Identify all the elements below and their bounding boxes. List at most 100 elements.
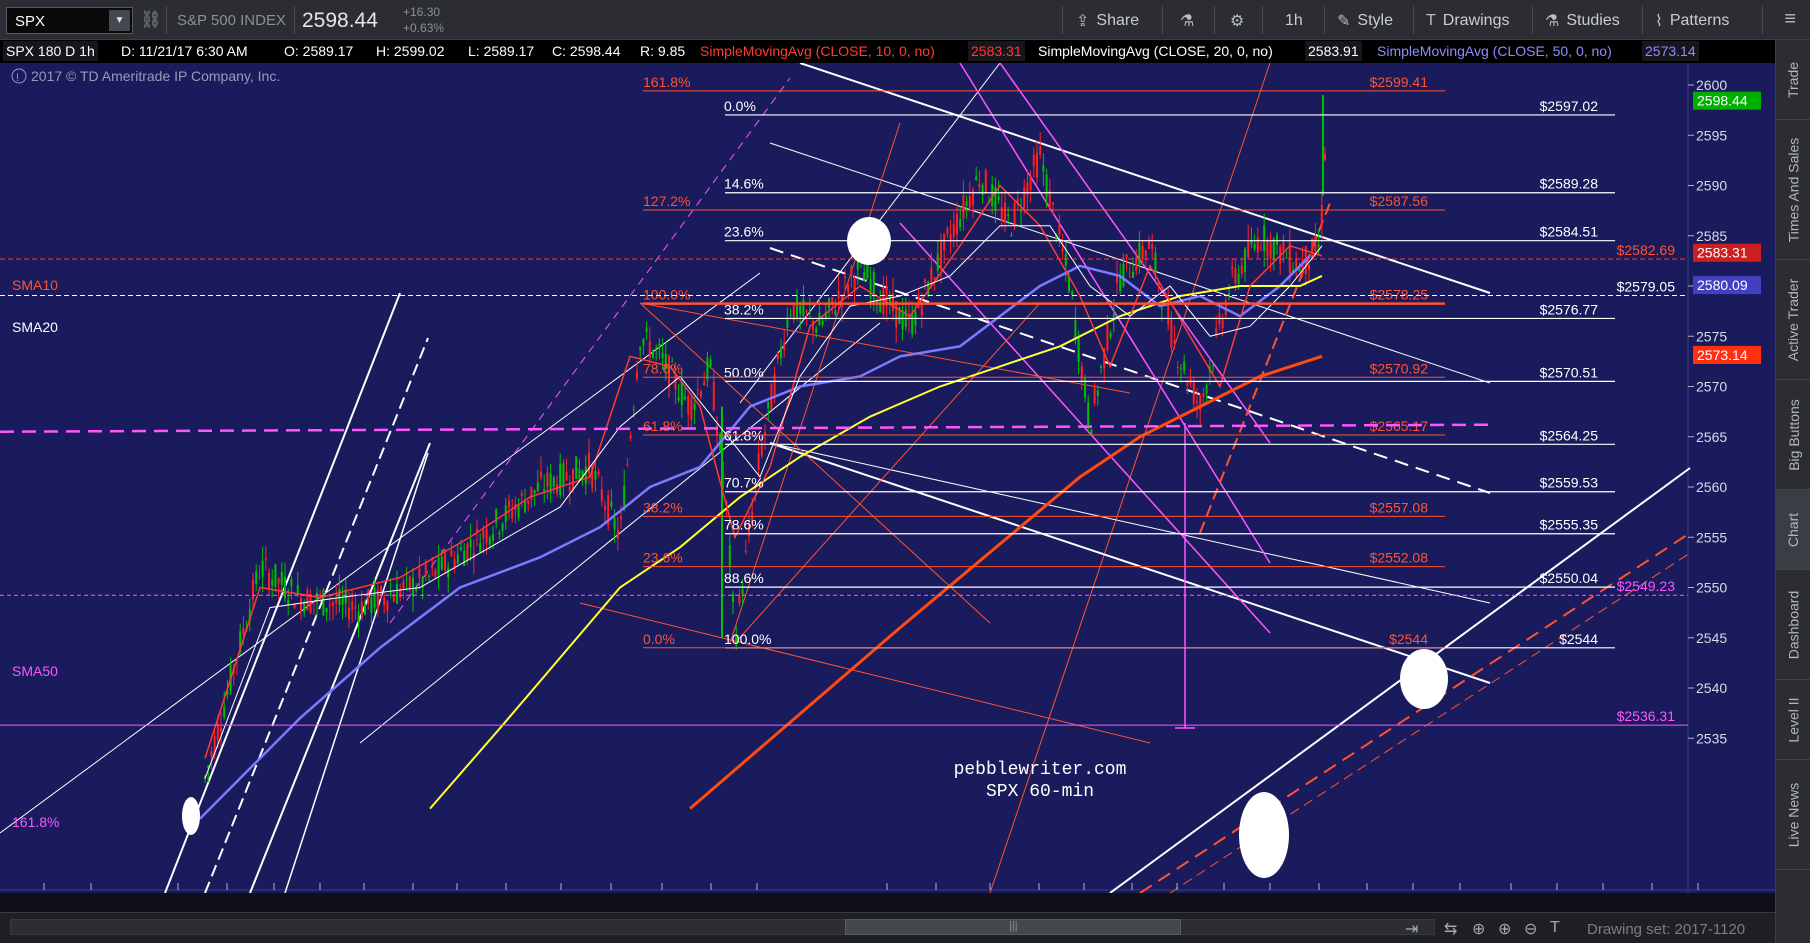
candle-body xyxy=(1000,207,1003,221)
candle-body xyxy=(431,565,434,568)
copyright-notice: ! 2017 © TD Ameritrade IP Company, Inc. xyxy=(11,68,280,84)
price-tick-3: 2585 xyxy=(1696,228,1727,244)
candle-body xyxy=(1112,314,1115,318)
horizontal-scrollbar[interactable] xyxy=(10,919,1435,935)
tab-chart[interactable]: Chart xyxy=(1776,490,1810,570)
price-tick-10: 2550 xyxy=(1696,580,1727,596)
tab-active-trader-label: Active Trader xyxy=(1785,278,1802,361)
zoom-out-icon[interactable]: ⊖ xyxy=(1524,919,1537,939)
zoom-in-icon[interactable]: ⊕ xyxy=(1498,919,1511,939)
tab-live-news[interactable]: Live News xyxy=(1776,760,1810,870)
candle-body xyxy=(703,381,706,386)
candle-body xyxy=(709,359,712,367)
studies-button[interactable]: ⚗ Studies xyxy=(1545,8,1620,34)
candle-body xyxy=(1212,365,1214,367)
zoom-fit-icon[interactable]: ⊕ xyxy=(1472,919,1485,939)
symbol-text[interactable]: SPX xyxy=(15,13,45,30)
patterns-button[interactable]: ⌇ Patterns xyxy=(1655,8,1729,34)
fib-white-pct-0: 0.0% xyxy=(724,98,756,114)
fib-red-pct-2: 100.0% xyxy=(643,287,690,303)
tab-times-and-sales[interactable]: Times And Sales xyxy=(1776,120,1810,260)
last-price: 2598.44 xyxy=(302,9,378,32)
candle-body xyxy=(1039,146,1042,155)
watermark-title: SPX 60-min xyxy=(986,782,1094,802)
candle-body xyxy=(1061,248,1064,252)
candle-body xyxy=(373,588,376,608)
candle-body xyxy=(764,432,766,435)
candle-body xyxy=(440,556,443,570)
chevron-down-icon[interactable]: ▼ xyxy=(109,10,130,31)
candle-body xyxy=(760,443,763,456)
price-tick-12: 2540 xyxy=(1696,680,1727,696)
candle-body xyxy=(511,511,514,519)
tab-active-trader[interactable]: Active Trader xyxy=(1776,260,1810,380)
candle-body xyxy=(604,505,606,511)
candle-body xyxy=(946,228,949,234)
text-tool-icon[interactable]: T xyxy=(1550,919,1560,937)
chart-canvas[interactable]: 0.0% $2597.02 14.6% $2589.28 23.6% $2584.51 38… xyxy=(0,63,1775,893)
company-name: S&P 500 INDEX xyxy=(177,12,286,29)
candle-body xyxy=(1247,240,1250,258)
candle-body xyxy=(485,528,488,544)
candle-body xyxy=(1007,214,1010,217)
candle-body xyxy=(863,271,866,281)
candle-body xyxy=(872,271,875,297)
price-badge-0: 2598.44 xyxy=(1697,93,1748,109)
marker-ellipse-3[interactable] xyxy=(1239,792,1289,878)
candle-body xyxy=(1148,239,1150,249)
link-icon[interactable]: ⛓ xyxy=(140,10,162,30)
candle-body xyxy=(389,592,392,596)
marker-ellipse-2[interactable] xyxy=(1400,649,1448,709)
drawings-button[interactable]: T Drawings xyxy=(1426,8,1509,34)
pan-icon[interactable]: ⇆ xyxy=(1444,919,1457,939)
candle-body xyxy=(1125,254,1128,258)
tab-big-buttons[interactable]: Big Buttons xyxy=(1776,380,1810,490)
candle-body xyxy=(677,396,680,401)
timeframe-button[interactable]: 1h xyxy=(1285,8,1303,34)
settings-button[interactable]: ⚙ xyxy=(1230,8,1244,34)
candle-body xyxy=(501,523,504,531)
candle-body xyxy=(773,374,776,399)
sma10-study-name[interactable]: SimpleMovingAvg (CLOSE, 10, 0, no) xyxy=(700,43,935,59)
candle-body xyxy=(853,278,856,290)
symbol-selector[interactable]: SPX ▼ xyxy=(6,7,133,34)
tab-chart-label: Chart xyxy=(1785,512,1802,547)
candle-body xyxy=(1192,381,1195,404)
candle-body xyxy=(364,604,366,616)
hamburger-menu-icon[interactable]: ≡ xyxy=(1784,8,1796,31)
flask-button[interactable]: ⚗ xyxy=(1180,8,1194,34)
candle-body xyxy=(1202,393,1205,397)
price-tick-5: 2575 xyxy=(1696,328,1727,344)
tab-level-ii[interactable]: Level II xyxy=(1776,680,1810,760)
sma20-study-name[interactable]: SimpleMovingAvg (CLOSE, 20, 0, no) xyxy=(1038,43,1273,59)
scroll-end-icon[interactable]: ⇥ xyxy=(1405,919,1418,939)
share-button[interactable]: ⇪ Share xyxy=(1076,8,1139,34)
marker-ellipse-4[interactable] xyxy=(182,797,200,835)
candle-body xyxy=(776,352,779,360)
tab-dashboard[interactable]: Dashboard xyxy=(1776,570,1810,680)
price-badge-3: 2573.14 xyxy=(1697,347,1748,363)
scrollbar-grip-icon: ||| xyxy=(1009,920,1018,932)
style-button[interactable]: ✎ Style xyxy=(1337,8,1393,34)
candle-body xyxy=(1205,385,1208,394)
candle-body xyxy=(626,463,629,465)
candle-body xyxy=(271,580,274,586)
sma50-study-name[interactable]: SimpleMovingAvg (CLOSE, 50, 0, no) xyxy=(1377,43,1612,59)
fib-red-price-0: $2599.41 xyxy=(1370,74,1429,90)
candle-body xyxy=(1260,247,1262,249)
candle-body xyxy=(290,579,293,586)
candle-body xyxy=(808,312,811,314)
candle-body xyxy=(258,577,261,579)
drawing-set-label[interactable]: Drawing set: 2017-1120 xyxy=(1587,921,1745,938)
candle-body xyxy=(588,452,590,474)
candle-body xyxy=(469,539,472,547)
marker-ellipse-1[interactable] xyxy=(847,217,891,265)
price-chart[interactable]: 0.0% $2597.02 14.6% $2589.28 23.6% $2584.51 38… xyxy=(0,63,1775,893)
candle-body xyxy=(978,183,981,187)
candle-body xyxy=(1183,361,1186,372)
candle-body xyxy=(981,184,984,196)
tab-trade[interactable]: Trade xyxy=(1776,40,1810,120)
net-change: +16.30 xyxy=(403,5,441,19)
candle-body xyxy=(444,552,446,571)
candle-body xyxy=(575,456,578,480)
